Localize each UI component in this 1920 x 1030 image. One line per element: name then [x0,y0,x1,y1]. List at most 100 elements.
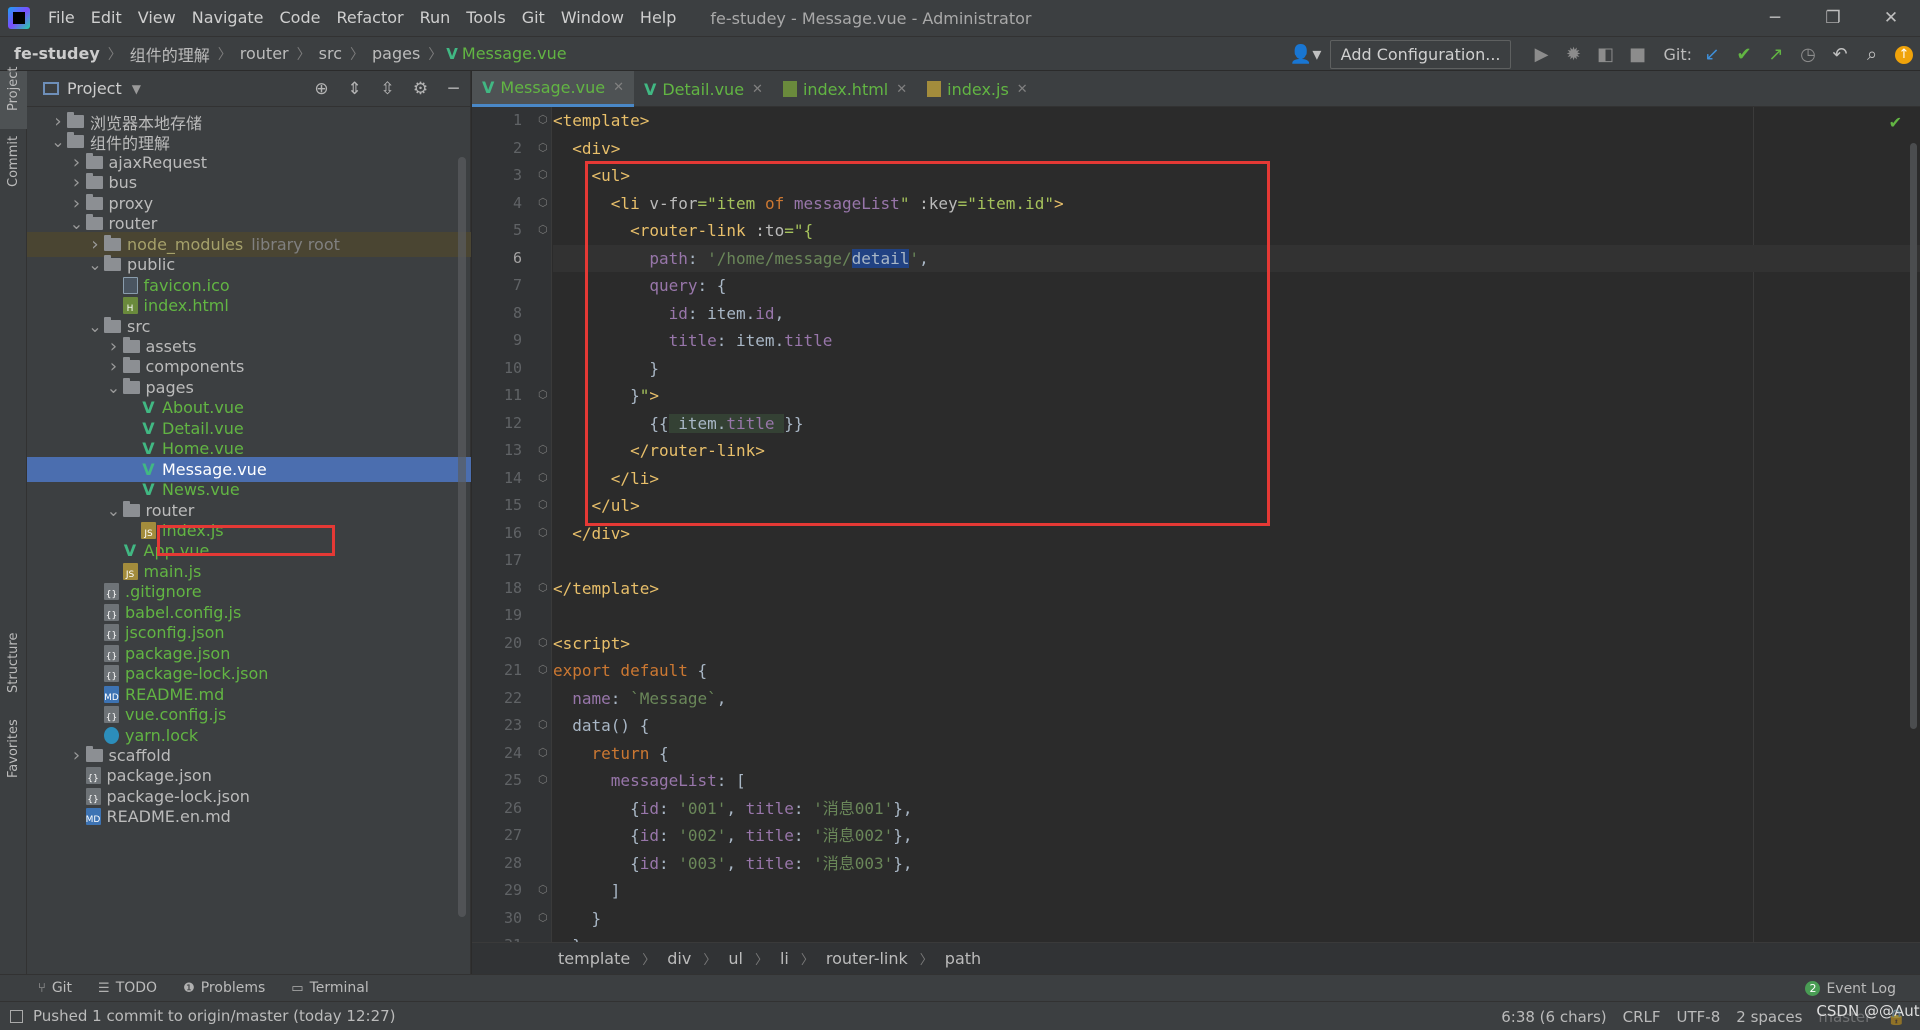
code-line[interactable]: messageList: [ [553,767,1920,795]
line-separator[interactable]: CRLF [1615,1008,1669,1026]
run-icon[interactable]: ▶ [1525,37,1557,72]
close-window-icon[interactable]: ✕ [1862,0,1920,36]
code-line[interactable]: </li> [553,465,1920,493]
tool-tab-terminal[interactable]: ▭ Terminal [277,980,380,996]
code-breadcrumb-item[interactable]: path [945,949,981,968]
code-line[interactable] [553,547,1920,575]
breadcrumb-folder[interactable]: 组件的理解 [126,42,214,66]
fold-marker-icon[interactable]: ⬡ [538,883,548,896]
menu-code[interactable]: Code [272,0,329,36]
code-line[interactable]: <template> [553,107,1920,135]
tool-tab-commit[interactable]: Commit [0,136,27,205]
chevron-down-icon[interactable]: ▼ [132,82,141,96]
code-breadcrumb-item[interactable]: li [780,949,789,968]
code-line[interactable]: } [553,932,1920,942]
fold-marker-icon[interactable]: ⬡ [538,581,548,594]
stop-icon[interactable]: ■ [1621,37,1653,72]
code-line[interactable]: } [553,355,1920,383]
editor-tab[interactable]: index.js ✕ [917,71,1038,107]
project-view-dropdown[interactable]: Project [67,79,122,98]
fold-marker-icon[interactable]: ⬡ [538,773,548,786]
code-line[interactable]: </ul> [553,492,1920,520]
fold-marker-icon[interactable]: ⬡ [538,663,548,676]
breadcrumb-file[interactable]: Message.vue [458,44,571,63]
menu-file[interactable]: File [40,0,83,36]
tree-file-row[interactable]: MD README.en.md [27,804,471,829]
code-line[interactable]: id: item.id, [553,300,1920,328]
restore-icon[interactable]: ❐ [1804,0,1862,36]
code-line[interactable]: {id: '001', title: '消息001'}, [553,795,1920,823]
code-line[interactable]: query: { [553,272,1920,300]
fold-marker-icon[interactable]: ⬡ [538,141,548,154]
fold-marker-icon[interactable]: ⬡ [538,498,548,511]
coverage-icon[interactable]: ◧ [1589,37,1621,72]
scrollbar-thumb[interactable] [1910,143,1917,729]
code-line[interactable]: name: `Message`, [553,685,1920,713]
fold-marker-icon[interactable]: ⬡ [538,526,548,539]
code-line[interactable]: }"> [553,382,1920,410]
code-line[interactable]: <ul> [553,162,1920,190]
menu-edit[interactable]: Edit [83,0,130,36]
menu-refactor[interactable]: Refactor [328,0,411,36]
fold-marker-icon[interactable]: ⬡ [538,168,548,181]
chevron-down-icon[interactable]: ⌄ [86,255,104,274]
chevron-down-icon[interactable]: ⌄ [105,501,123,520]
editor-tab[interactable]: index.html ✕ [773,71,917,107]
update-icon[interactable]: ↑ [1888,37,1920,72]
breadcrumb-folder[interactable]: src [315,44,346,63]
fold-marker-icon[interactable]: ⬡ [538,196,548,209]
git-branch[interactable]: master CSDN @@Autowire [1810,1002,1920,1026]
code-line[interactable] [553,602,1920,630]
code-line[interactable]: } [553,905,1920,933]
expand-all-icon[interactable]: ⇕ [338,79,371,99]
chevron-down-icon[interactable]: ⌄ [49,132,67,151]
collapse-all-icon[interactable]: ⇳ [371,79,404,99]
event-log-button[interactable]: 2 Event Log [1805,975,1920,1002]
code-line[interactable]: return { [553,740,1920,768]
code-line[interactable]: export default { [553,657,1920,685]
close-tab-icon[interactable]: ✕ [613,80,624,95]
hide-panel-icon[interactable]: ─ [437,79,470,99]
tool-tab-todo[interactable]: ☰ TODO [84,980,169,996]
status-message[interactable]: Pushed 1 commit to origin/master (today … [33,1007,396,1025]
code-line[interactable]: <router-link :to="{ [553,217,1920,245]
menu-help[interactable]: Help [632,0,684,36]
code-line[interactable]: path: '/home/message/detail', [553,244,1920,272]
git-commit-icon[interactable]: ✔ [1728,37,1760,72]
code-breadcrumb-item[interactable]: template [558,949,630,968]
code-line[interactable]: </router-link> [553,437,1920,465]
chevron-down-icon[interactable]: ⌄ [86,317,104,336]
fold-marker-icon[interactable]: ⬡ [538,746,548,759]
fold-marker-icon[interactable]: ⬡ [538,388,548,401]
breadcrumb-project[interactable]: fe-studey [0,44,104,63]
code-line[interactable]: {id: '002', title: '消息002'}, [553,822,1920,850]
lock-icon[interactable]: 🔒 [1879,1008,1920,1026]
code-line[interactable]: <div> [553,135,1920,163]
menu-tools[interactable]: Tools [458,0,513,36]
code-breadcrumb-item[interactable]: div [667,949,691,968]
caret-position[interactable]: 6:38 (6 chars) [1493,1008,1614,1026]
file-encoding[interactable]: UTF-8 [1669,1008,1729,1026]
minimize-icon[interactable]: ─ [1746,0,1804,36]
user-icon[interactable]: 👤▾ [1290,37,1322,72]
code-line[interactable]: data() { [553,712,1920,740]
tool-tab-project[interactable]: Project [0,67,27,129]
tool-tab-structure[interactable]: Structure [0,631,27,706]
menu-navigate[interactable]: Navigate [184,0,272,36]
breadcrumb-folder[interactable]: router [236,44,293,63]
indent-setting[interactable]: 2 spaces [1728,1008,1810,1026]
code-line[interactable]: <script> [553,630,1920,658]
code-breadcrumb-item[interactable]: ul [728,949,743,968]
code-line[interactable]: <li v-for="item of messageList" :key="it… [553,190,1920,218]
debug-icon[interactable]: ✹ [1557,37,1589,72]
git-update-icon[interactable]: ↙ [1696,37,1728,72]
menu-window[interactable]: Window [553,0,632,36]
locate-file-icon[interactable]: ⊕ [305,79,338,99]
inspection-ok-icon[interactable]: ✔ [1889,113,1902,132]
close-tab-icon[interactable]: ✕ [752,82,763,97]
fold-marker-icon[interactable]: ⬡ [538,113,548,126]
fold-marker-icon[interactable]: ⬡ [538,636,548,649]
chevron-down-icon[interactable]: ⌄ [68,214,86,233]
code-line[interactable]: {{ item.title }} [553,410,1920,438]
breadcrumb-folder[interactable]: pages [368,44,424,63]
